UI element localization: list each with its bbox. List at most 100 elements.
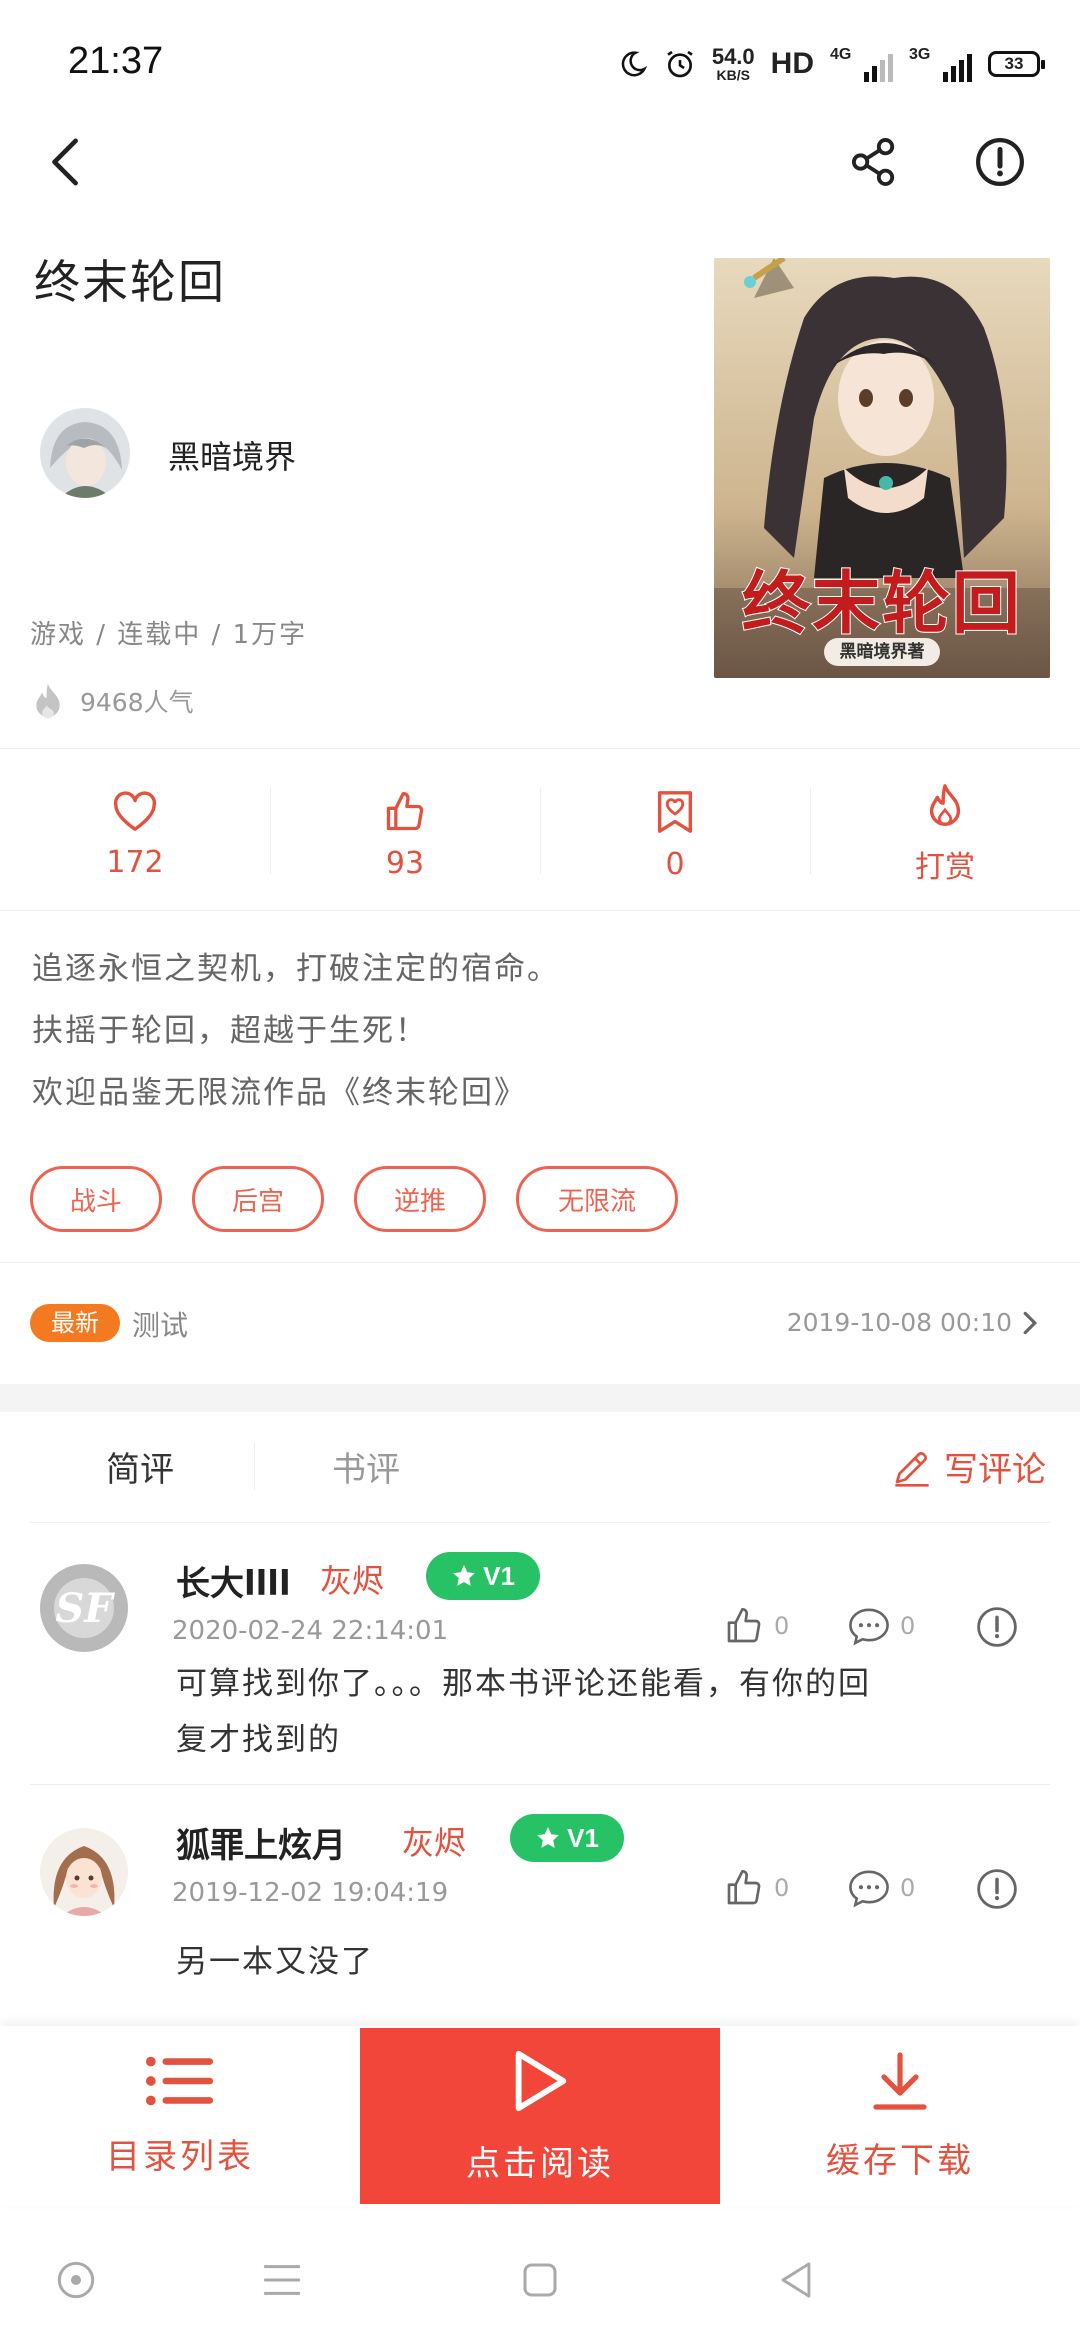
star-icon xyxy=(453,1565,475,1586)
like-count: 93 xyxy=(385,845,425,881)
comment-item: SF 长大llll 灰烬 V1 2020-02-24 22:14:01 0 0 … xyxy=(0,1522,1080,1784)
toc-button[interactable]: 目录列表 xyxy=(0,2026,360,2206)
comment-report-button[interactable] xyxy=(976,1868,1018,1910)
battery-icon: 33 xyxy=(988,51,1045,77)
report-button[interactable] xyxy=(960,120,1040,204)
assistant-nav-button[interactable] xyxy=(46,2250,106,2310)
download-button[interactable]: 缓存下载 xyxy=(720,2026,1080,2206)
bookmark-button[interactable]: 0 xyxy=(540,760,810,910)
comment-reply-button[interactable]: 0 xyxy=(848,1606,915,1646)
vip-level: V1 xyxy=(483,1560,515,1591)
reward-label: 打赏 xyxy=(915,850,975,885)
commenter-avatar[interactable] xyxy=(40,1828,128,1916)
latest-chapter-row[interactable]: 最新 测试 2019-10-08 00:10 xyxy=(0,1262,1080,1384)
comment-text: 可算找到你了。。。那本书评论还能看，有你的回 复才找到的 xyxy=(176,1656,871,1768)
comment-date: 2020-02-24 22:14:01 xyxy=(172,1616,449,1646)
signal-sim2-label: 3G xyxy=(909,46,931,63)
exclamation-icon xyxy=(977,1607,1017,1647)
comment-like-button[interactable]: 0 xyxy=(724,1868,789,1908)
comment-like-button[interactable]: 0 xyxy=(724,1606,789,1646)
signal-sim1: 4G xyxy=(830,46,893,82)
play-icon xyxy=(515,2050,567,2111)
write-comment-button[interactable]: 写评论 xyxy=(892,1442,1046,1491)
triangle-back-icon xyxy=(781,2262,811,2298)
description-line: 扶摇于轮回，超越于生死！ xyxy=(32,1013,428,1049)
tag-reverse[interactable]: 逆推 xyxy=(354,1166,486,1232)
chevron-right-icon xyxy=(1023,1311,1038,1335)
chat-bubble-icon xyxy=(849,1608,889,1646)
comment-text-line: 复才找到的 xyxy=(176,1722,341,1758)
cover-title: 终末轮回 xyxy=(741,563,1022,645)
top-bar xyxy=(0,120,1080,204)
back-nav-button[interactable] xyxy=(766,2250,826,2310)
alarm-icon xyxy=(667,50,693,78)
description-line: 追逐永恒之契机，打破注定的宿命。 xyxy=(32,951,560,987)
network-speed-unit: KB/S xyxy=(716,67,750,83)
download-icon xyxy=(873,2051,927,2110)
comment-text-line: 另一本又没了 xyxy=(176,1944,374,1980)
latest-chapter-date: 2019-10-08 00:10 xyxy=(786,1308,1012,1337)
tag-list: 战斗 后宫 逆推 无限流 xyxy=(30,1166,678,1232)
comment-text: 另一本又没了 xyxy=(176,1934,374,1990)
square-icon xyxy=(523,2263,557,2297)
bookmark-count: 0 xyxy=(665,846,685,882)
tag-combat[interactable]: 战斗 xyxy=(30,1166,162,1232)
bookmark-heart-icon xyxy=(657,790,693,833)
divider xyxy=(0,910,1080,911)
signal-sim1-label: 4G xyxy=(830,46,852,63)
network-speed-value: 54.0 xyxy=(711,44,755,69)
latest-badge: 最新 xyxy=(30,1304,120,1342)
tab-short-review[interactable]: 简评 xyxy=(106,1442,174,1491)
fire-icon xyxy=(929,784,961,826)
comment-reply-count: 0 xyxy=(900,1874,916,1902)
read-button[interactable]: 点击阅读 xyxy=(360,2028,720,2204)
latest-chapter-title: 测试 xyxy=(132,1309,189,1342)
tag-infinite-flow[interactable]: 无限流 xyxy=(516,1166,678,1232)
review-tabs: 简评 书评 写评论 xyxy=(0,1412,1080,1522)
description-line: 欢迎品鉴无限流作品《终末轮回》 xyxy=(32,1075,527,1111)
popularity-count: 9468人气 xyxy=(80,688,194,717)
network-speed: 54.0 KB/S xyxy=(711,44,755,83)
reward-button[interactable]: 打赏 xyxy=(810,760,1080,910)
share-button[interactable] xyxy=(834,120,914,204)
favorite-button[interactable]: 172 xyxy=(0,760,270,910)
signal-sim2: 3G xyxy=(909,46,972,82)
tag-harem[interactable]: 后宫 xyxy=(192,1166,324,1232)
book-description: 追逐永恒之契机，打破注定的宿命。 扶摇于轮回，超越于生死！ 欢迎品鉴无限流作品《… xyxy=(32,938,560,1124)
list-icon xyxy=(145,2056,214,2105)
thumbs-up-icon xyxy=(727,1608,761,1643)
commenter-avatar[interactable]: SF xyxy=(40,1564,128,1652)
author-name[interactable]: 黑暗境界 xyxy=(168,432,296,478)
star-icon xyxy=(537,1827,559,1848)
section-separator xyxy=(0,1384,1080,1412)
commenter-name[interactable]: 长大llll xyxy=(176,1556,291,1605)
divider xyxy=(0,748,1080,749)
thumbs-up-icon xyxy=(386,791,424,830)
home-nav-button[interactable] xyxy=(510,2250,570,2310)
exclamation-icon xyxy=(976,138,1024,186)
like-button[interactable]: 93 xyxy=(270,760,540,910)
popularity: 9468人气 xyxy=(30,682,194,720)
book-cover[interactable]: 终末轮回 黑暗境界著 xyxy=(714,258,1050,678)
tab-book-review[interactable]: 书评 xyxy=(332,1442,400,1491)
system-nav-bar xyxy=(0,2210,1080,2340)
comment-report-button[interactable] xyxy=(976,1606,1018,1648)
share-icon xyxy=(851,138,895,186)
status-icons: 54.0 KB/S HD 4G 3G 33 xyxy=(618,42,1045,86)
comment-like-count: 0 xyxy=(774,1874,790,1902)
menu-nav-button[interactable] xyxy=(252,2250,312,2310)
stats-row: 172 93 0 打赏 xyxy=(0,760,1080,910)
thumbs-up-icon xyxy=(727,1870,761,1905)
comment-reply-button[interactable]: 0 xyxy=(848,1868,915,1908)
author-avatar[interactable] xyxy=(40,408,130,498)
vip-badge: V1 xyxy=(426,1552,540,1600)
pencil-icon xyxy=(895,1451,929,1487)
vip-level: V1 xyxy=(567,1822,599,1853)
favorite-count: 172 xyxy=(106,844,164,880)
book-title: 终末轮回 xyxy=(34,255,226,309)
commenter-name[interactable]: 狐罪上炫月 xyxy=(176,1818,346,1867)
vip-badge: V1 xyxy=(510,1814,624,1862)
back-button[interactable] xyxy=(26,120,106,204)
back-arrow-icon xyxy=(52,138,78,186)
moon-icon xyxy=(621,51,647,77)
